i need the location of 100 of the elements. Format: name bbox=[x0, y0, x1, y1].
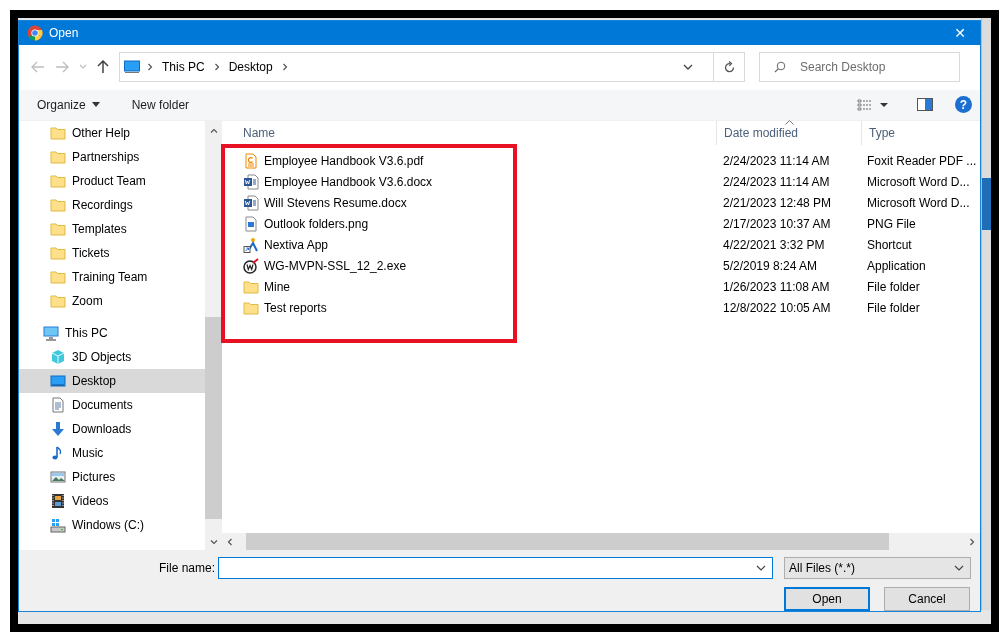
scrollbar-thumb[interactable] bbox=[246, 533, 889, 550]
computer-icon bbox=[43, 324, 59, 341]
file-type: Application bbox=[867, 259, 926, 274]
file-name[interactable]: Outlook folders.png bbox=[264, 217, 369, 232]
column-header[interactable]: Name bbox=[222, 120, 717, 145]
file-type: Microsoft Word D... bbox=[867, 196, 970, 211]
computer-icon bbox=[124, 60, 140, 75]
sort-caret-icon bbox=[785, 119, 794, 125]
film-icon bbox=[50, 492, 66, 509]
file-type: File folder bbox=[867, 280, 920, 295]
vertical-scrollbar[interactable] bbox=[205, 120, 222, 550]
folder-icon bbox=[243, 300, 259, 317]
chevron-icon bbox=[212, 63, 221, 72]
folder-icon bbox=[50, 268, 66, 285]
folder-icon bbox=[50, 148, 66, 165]
chevron-left-icon[interactable] bbox=[226, 537, 234, 546]
picture-icon bbox=[50, 468, 66, 485]
nav-item[interactable]: Desktop bbox=[19, 368, 205, 393]
nav-item[interactable]: Videos bbox=[19, 488, 205, 513]
nav-item[interactable]: Tickets bbox=[19, 240, 205, 265]
horizontal-scrollbar[interactable] bbox=[222, 533, 980, 550]
dropdown-caret-icon[interactable] bbox=[683, 63, 693, 72]
file-name-label: File name: bbox=[158, 561, 215, 575]
desktop-icon bbox=[50, 372, 66, 389]
toolbar-button[interactable]: New folder bbox=[123, 93, 198, 116]
nav-item[interactable]: Windows (C:) bbox=[19, 512, 205, 537]
cube-icon bbox=[50, 348, 66, 365]
chrome-icon bbox=[27, 25, 43, 41]
address-bar[interactable]: This PC Desktop bbox=[119, 52, 745, 83]
date-modified: 12/8/2022 10:05 AM bbox=[723, 301, 831, 316]
dropdown-caret-icon bbox=[756, 564, 766, 572]
nav-item[interactable]: Product Team bbox=[19, 168, 205, 193]
window-title: Open bbox=[49, 26, 80, 40]
dialog-button[interactable]: Cancel bbox=[884, 587, 970, 611]
file-name-field[interactable] bbox=[218, 557, 773, 579]
drive-icon bbox=[50, 516, 66, 533]
nav-item[interactable]: Partnerships bbox=[19, 144, 205, 169]
nav-item[interactable]: Music bbox=[19, 440, 205, 465]
column-header[interactable]: Date modified bbox=[717, 120, 862, 145]
close-button[interactable]: ✕ bbox=[940, 21, 980, 45]
file-type: PNG File bbox=[867, 217, 916, 232]
scrollbar-thumb[interactable] bbox=[205, 316, 222, 519]
nav-item[interactable]: Other Help bbox=[19, 120, 205, 145]
file-name[interactable]: Will Stevens Resume.docx bbox=[264, 196, 407, 211]
nav-item[interactable]: 3D Objects bbox=[19, 344, 205, 369]
file-name[interactable]: Employee Handbook V3.6.docx bbox=[264, 175, 433, 190]
dialog-button[interactable]: Open bbox=[784, 587, 870, 611]
breadcrumb-item[interactable]: This PC bbox=[160, 60, 207, 75]
folder-icon bbox=[50, 196, 66, 213]
dropdown-caret-icon bbox=[954, 564, 964, 572]
nav-item[interactable]: Zoom bbox=[19, 288, 205, 313]
toolbar-button[interactable]: Organize bbox=[29, 93, 108, 116]
chevron-down-icon[interactable] bbox=[209, 538, 218, 546]
nav-item[interactable]: Pictures bbox=[19, 464, 205, 489]
nav-item[interactable]: Recordings bbox=[19, 192, 205, 217]
folder-icon bbox=[50, 124, 66, 141]
nav-item[interactable]: Training Team bbox=[19, 264, 205, 289]
shortcut-icon bbox=[243, 237, 259, 254]
chevron-right-icon[interactable] bbox=[968, 537, 976, 546]
search-field[interactable]: Search Desktop bbox=[759, 52, 960, 83]
nav-item[interactable]: Documents bbox=[19, 392, 205, 417]
date-modified: 2/17/2023 10:37 AM bbox=[723, 217, 831, 232]
file-name[interactable]: WG-MVPN-SSL_12_2.exe bbox=[264, 259, 407, 274]
folder-icon bbox=[50, 244, 66, 261]
folder-icon bbox=[50, 172, 66, 189]
chevron-up-icon[interactable] bbox=[209, 126, 218, 135]
file-name[interactable]: Test reports bbox=[264, 301, 327, 316]
view-options-icon[interactable] bbox=[857, 97, 891, 112]
folder-icon bbox=[50, 292, 66, 309]
chevron-icon bbox=[280, 63, 289, 72]
column-header[interactable]: Type bbox=[862, 120, 980, 145]
word-document-icon bbox=[243, 174, 259, 191]
download-arrow-icon bbox=[50, 420, 66, 437]
refresh-icon[interactable] bbox=[722, 60, 736, 74]
nav-item[interactable]: Downloads bbox=[19, 416, 205, 441]
search-icon bbox=[774, 61, 786, 74]
date-modified: 2/24/2023 11:14 AM bbox=[723, 175, 830, 190]
document-icon bbox=[50, 396, 66, 413]
file-type: File folder bbox=[867, 301, 920, 316]
date-modified: 2/21/2023 12:48 PM bbox=[723, 196, 832, 211]
file-type-dropdown[interactable]: All Files (*.*) bbox=[784, 557, 971, 579]
help-button[interactable]: ? bbox=[955, 96, 972, 114]
file-type: Microsoft Word D... bbox=[867, 175, 970, 190]
chevron-icon bbox=[146, 63, 154, 72]
word-document-icon bbox=[243, 195, 259, 212]
file-name[interactable]: Mine bbox=[264, 280, 290, 295]
application-icon bbox=[243, 258, 259, 275]
breadcrumb-item[interactable]: Desktop bbox=[226, 60, 275, 75]
nav-item[interactable]: This PC bbox=[19, 320, 205, 345]
pdf-file-icon bbox=[243, 153, 259, 170]
image-file-icon bbox=[243, 216, 259, 233]
file-name[interactable]: Employee Handbook V3.6.pdf bbox=[264, 154, 424, 169]
preview-pane-icon[interactable] bbox=[917, 98, 933, 112]
up-arrow-icon[interactable] bbox=[97, 60, 109, 75]
nav-item[interactable]: Templates bbox=[19, 216, 205, 241]
folder-icon bbox=[50, 220, 66, 237]
file-type: Foxit Reader PDF ... bbox=[867, 154, 977, 169]
file-name[interactable]: Nextiva App bbox=[264, 238, 329, 253]
date-modified: 5/2/2019 8:24 AM bbox=[723, 259, 818, 274]
date-modified: 4/22/2021 3:32 PM bbox=[723, 238, 825, 253]
